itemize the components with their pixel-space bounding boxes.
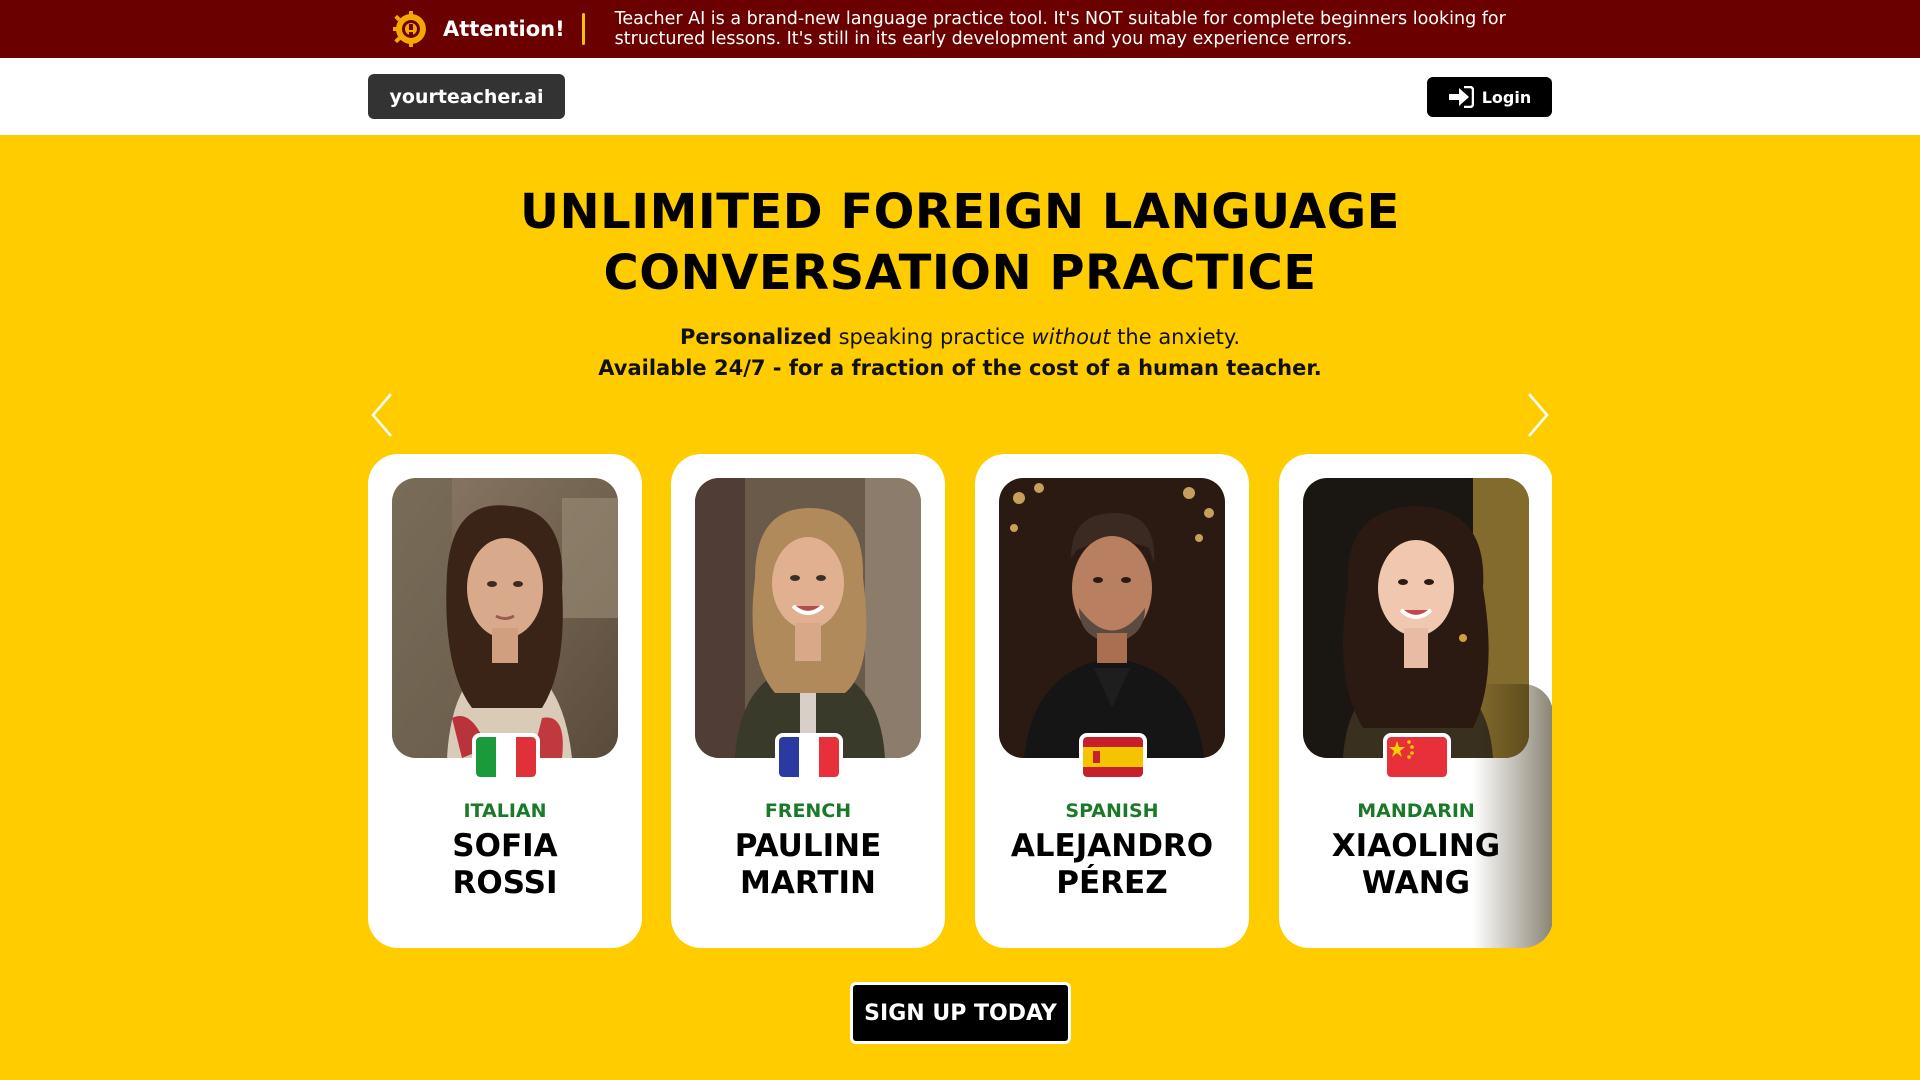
china-flag-icon — [1383, 733, 1451, 781]
signup-button[interactable]: SIGN UP TODAY — [850, 982, 1071, 1044]
banner-divider — [581, 13, 585, 45]
teacher-card-french[interactable]: FRENCH PAULINE MARTIN — [671, 454, 945, 948]
teacher-card-mandarin[interactable]: MANDARIN XIAOLING WANG — [1279, 454, 1552, 948]
hero-title: UNLIMITED FOREIGN LANGUAGE CONVERSATION … — [360, 182, 1560, 304]
site-logo[interactable]: yourteacher.ai — [368, 74, 565, 119]
hero-subtitle-line2: Available 24/7 - for a fraction of the c… — [598, 356, 1322, 380]
warning-gear-icon — [393, 11, 426, 47]
teacher-name: PAULINE MARTIN — [671, 828, 945, 902]
teacher-name: ALEJANDRO PÉREZ — [975, 828, 1249, 902]
teacher-first-name: ALEJANDRO — [1010, 828, 1214, 864]
teacher-language: ITALIAN — [463, 800, 547, 822]
sub-bold: Personalized — [679, 325, 832, 349]
hero-title-line1: UNLIMITED FOREIGN LANGUAGE — [520, 184, 1400, 240]
hero-subtitle: Personalized speaking practice without t… — [360, 322, 1560, 384]
hero-title-line2: CONVERSATION PRACTICE — [603, 245, 1317, 301]
teacher-card-spanish[interactable]: SPANISH ALEJANDRO PÉREZ — [975, 454, 1249, 948]
teacher-first-name: PAULINE — [734, 828, 882, 864]
chevron-right-icon[interactable] — [1523, 390, 1553, 440]
teacher-first-name: SOFIA — [452, 828, 558, 864]
teacher-card-italian[interactable]: ITALIAN SOFIA ROSSI — [368, 454, 642, 948]
attention-message: Teacher AI is a brand-new language pract… — [614, 9, 1506, 49]
top-nav: yourteacher.ai Login — [0, 58, 1920, 135]
carousel-edge-fade — [1473, 684, 1552, 948]
sub-italic: without — [1031, 325, 1111, 349]
teacher-last-name: ROSSI — [452, 865, 558, 901]
login-button[interactable]: Login — [1427, 77, 1552, 117]
hero-subtitle-line1: Personalized speaking practice without t… — [360, 322, 1560, 353]
teacher-language: FRENCH — [764, 800, 852, 822]
sub-mid: speaking practice — [831, 325, 1032, 349]
teacher-photo — [392, 478, 618, 758]
chevron-left-icon[interactable] — [367, 390, 397, 440]
teacher-carousel: ITALIAN SOFIA ROSSI FRENCH PAULINE MARTI… — [368, 454, 1552, 950]
teacher-name: SOFIA ROSSI — [368, 828, 642, 902]
sub-end: the anxiety. — [1110, 325, 1241, 349]
attention-banner: Attention! Teacher AI is a brand-new lan… — [0, 0, 1920, 58]
italy-flag-icon — [472, 733, 540, 781]
teacher-photo — [999, 478, 1225, 758]
sign-in-icon — [1448, 86, 1474, 108]
teacher-language: SPANISH — [1065, 800, 1159, 822]
login-label: Login — [1481, 87, 1532, 107]
attention-title: Attention! — [442, 17, 565, 41]
teacher-last-name: PÉREZ — [1056, 865, 1168, 901]
teacher-photo — [695, 478, 921, 758]
france-flag-icon — [775, 733, 843, 781]
spain-flag-icon — [1079, 733, 1147, 781]
teacher-last-name: MARTIN — [740, 865, 876, 901]
